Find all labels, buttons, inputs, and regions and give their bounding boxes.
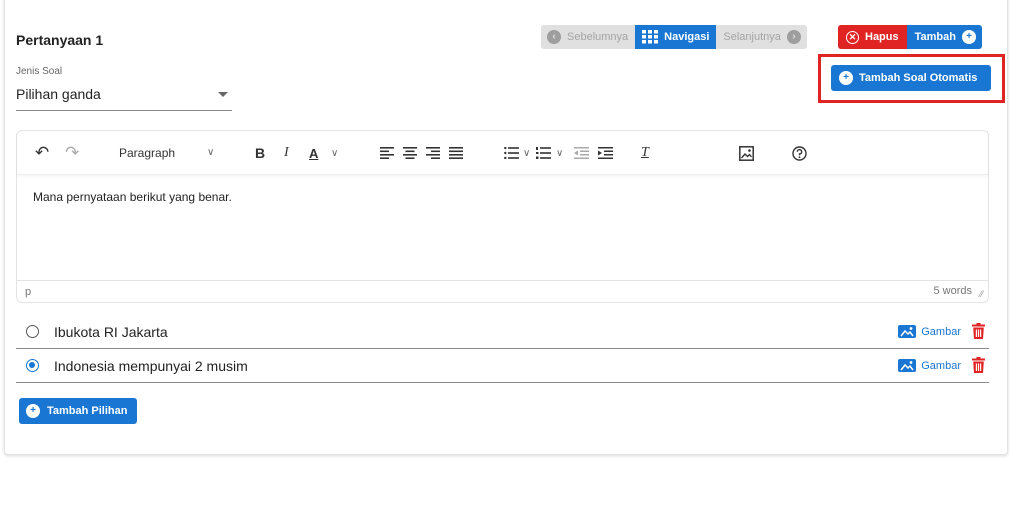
delete-button[interactable]: ✕ Hapus — [838, 25, 907, 49]
choice-row: Ibukota RI Jakarta Gambar — [16, 315, 989, 349]
chevron-down-icon[interactable]: ∨ — [556, 143, 563, 163]
chevron-down-icon: ∨ — [207, 147, 215, 158]
add-question-button[interactable]: Tambah + — [906, 25, 982, 49]
text-color-icon[interactable]: A — [309, 143, 318, 163]
outdent-icon[interactable] — [574, 143, 589, 163]
bold-icon[interactable]: B — [255, 143, 265, 163]
chevron-right-icon: › — [786, 30, 801, 44]
help-icon[interactable] — [792, 143, 807, 163]
previous-label: Sebelumnya — [567, 31, 629, 43]
italic-icon[interactable]: I — [284, 143, 289, 163]
next-label: Selanjutnya — [723, 31, 781, 43]
clear-format-icon[interactable]: T — [641, 143, 649, 163]
element-path[interactable]: p — [25, 286, 31, 298]
bullet-list-icon[interactable] — [504, 143, 519, 163]
plus-circle-icon: + — [26, 404, 40, 418]
navigation-button[interactable]: Navigasi — [635, 25, 717, 49]
align-right-icon[interactable] — [426, 143, 440, 163]
choice-image-label: Gambar — [921, 325, 961, 338]
indent-icon[interactable] — [598, 143, 613, 163]
choice-text[interactable]: Ibukota RI Jakarta — [54, 324, 168, 340]
delete-label: Hapus — [865, 31, 899, 43]
trash-icon[interactable] — [972, 323, 985, 344]
align-left-icon[interactable] — [380, 143, 394, 163]
question-type-value: Pilihan ganda — [16, 86, 101, 102]
choice-radio[interactable] — [26, 325, 39, 338]
add-choice-button[interactable]: + Tambah Pilihan — [19, 398, 138, 424]
add-question-label: Tambah — [914, 31, 956, 43]
trash-icon[interactable] — [972, 357, 985, 378]
image-icon — [898, 359, 917, 372]
insert-image-icon[interactable] — [739, 143, 754, 163]
next-button[interactable]: Selanjutnya › — [716, 25, 807, 49]
block-format-value: Paragraph — [119, 146, 176, 160]
editor-statusbar: p 5 words ⁄⁄ — [17, 280, 988, 302]
chevron-down-icon[interactable]: ∨ — [523, 143, 530, 163]
question-navigation: ‹ Sebelumnya Navigasi Selanjutnya › — [541, 25, 807, 49]
caret-down-icon — [218, 92, 228, 97]
resize-handle-icon[interactable]: ⁄⁄ — [980, 289, 983, 299]
align-center-icon[interactable] — [403, 143, 417, 163]
question-editor: ↶ ↷ Paragraph ∨ B I A ∨ ∨ ∨ T Mana perny… — [16, 130, 989, 303]
choice-image-button[interactable]: Gambar — [898, 359, 961, 372]
numbered-list-icon[interactable] — [536, 143, 551, 163]
choice-text[interactable]: Indonesia mempunyai 2 musim — [54, 358, 248, 374]
plus-circle-icon: + — [961, 30, 976, 44]
question-actions: ✕ Hapus Tambah + — [838, 25, 982, 49]
highlight-box — [818, 54, 1005, 103]
question-title: Pertanyaan 1 — [16, 32, 104, 48]
align-justify-icon[interactable] — [449, 143, 463, 163]
block-format-select[interactable]: Paragraph ∨ — [119, 143, 229, 163]
add-choice-label: Tambah Pilihan — [47, 405, 128, 417]
editor-content[interactable]: Mana pernyataan berikut yang benar. — [33, 190, 232, 204]
word-count[interactable]: 5 words — [933, 285, 972, 297]
chevron-left-icon: ‹ — [547, 30, 561, 44]
grid-icon — [642, 30, 659, 44]
question-type-label: Jenis Soal — [16, 66, 63, 77]
editor-toolbar: ↶ ↷ Paragraph ∨ B I A ∨ ∨ ∨ T — [17, 131, 988, 175]
close-circle-icon: ✕ — [846, 30, 859, 44]
choice-image-button[interactable]: Gambar — [898, 325, 961, 338]
redo-icon[interactable]: ↷ — [65, 143, 79, 163]
image-icon — [898, 325, 917, 338]
navigation-label: Navigasi — [664, 31, 710, 43]
choice-image-label: Gambar — [921, 359, 961, 372]
question-type-select[interactable]: Pilihan ganda — [16, 82, 232, 111]
choice-row: Indonesia mempunyai 2 musim Gambar — [16, 349, 989, 383]
undo-icon[interactable]: ↶ — [35, 143, 49, 163]
chevron-down-icon[interactable]: ∨ — [331, 143, 338, 163]
choice-radio[interactable] — [26, 359, 39, 372]
previous-button[interactable]: ‹ Sebelumnya — [541, 25, 636, 49]
